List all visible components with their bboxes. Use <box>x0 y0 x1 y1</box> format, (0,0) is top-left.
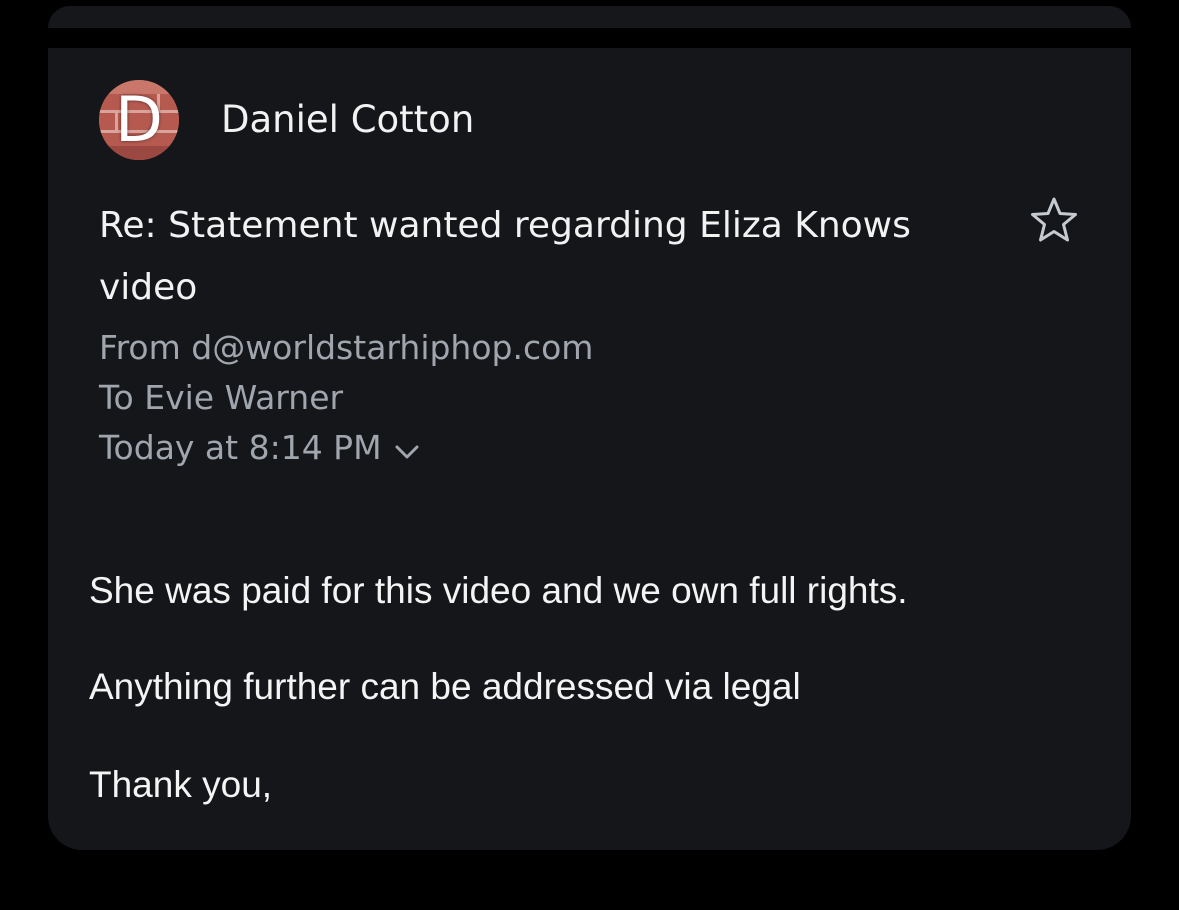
previous-card-edge <box>48 6 1131 28</box>
date-line: Today at 8:14 PM <box>99 428 382 467</box>
email-body-paragraph: Thank you, <box>89 764 273 805</box>
sender-name[interactable]: Daniel Cotton <box>221 97 474 143</box>
from-line: From d@worldstarhiphop.com <box>99 328 594 367</box>
avatar-letter: D <box>115 83 163 156</box>
chevron-down-icon <box>394 433 420 459</box>
avatar[interactable]: D <box>99 80 179 160</box>
date-details-toggle[interactable]: Today at 8:14 PM <box>99 427 420 469</box>
email-body-paragraph: Anything further can be addressed via le… <box>89 666 801 707</box>
star-icon[interactable] <box>1030 196 1078 244</box>
to-line: To Evie Warner <box>99 378 344 417</box>
email-body-paragraph: She was paid for this video and we own f… <box>89 570 908 611</box>
email-subject: Re: Statement wanted regarding Eliza Kno… <box>99 205 911 308</box>
